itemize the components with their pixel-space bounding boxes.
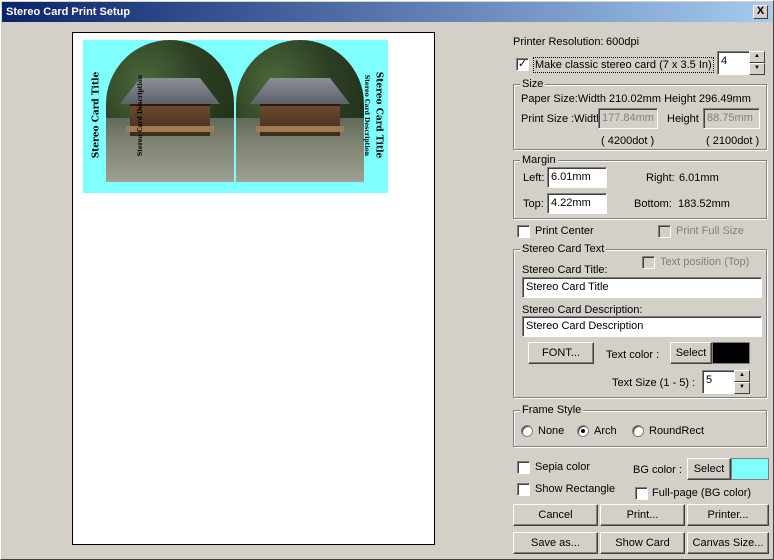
right-stereo-image [236, 40, 364, 182]
save-as-button[interactable]: Save as... [513, 532, 598, 554]
print-size-height-label: Height [667, 113, 699, 125]
show-rectangle-checkbox[interactable] [517, 483, 530, 496]
card-description-left: Stereo Card Description [137, 74, 145, 157]
card-description-right: Stereo Card Description [363, 74, 371, 157]
classic-count-input[interactable]: 4 [717, 51, 751, 75]
frame-arch-label[interactable]: Arch [594, 424, 617, 438]
text-position-label: Text position (Top) [660, 256, 750, 268]
canvas-size-button[interactable]: Canvas Size... [687, 532, 769, 554]
print-full-size-checkbox[interactable] [658, 225, 671, 238]
text-size-spinner[interactable]: ▲ ▼ [734, 370, 750, 394]
window-title: Stereo Card Print Setup [6, 6, 131, 18]
frame-style-group-title: Frame Style [520, 404, 584, 416]
margin-top-label: Top: [523, 198, 544, 210]
frame-none-radio[interactable] [521, 425, 533, 437]
margin-left-input[interactable]: 6.01mm [547, 167, 607, 188]
width-dots-text: ( 4200dot ) [601, 135, 655, 147]
print-full-size-label: Print Full Size [676, 225, 744, 237]
card-description-input[interactable]: Stereo Card Description [522, 316, 762, 337]
text-color-label: Text color : [606, 349, 660, 361]
margin-group-title: Margin [520, 154, 558, 166]
printer-resolution-label: Printer Resolution: [513, 36, 604, 48]
text-position-checkbox[interactable] [642, 256, 655, 269]
print-center-checkbox[interactable] [517, 225, 530, 238]
frame-none-label[interactable]: None [538, 424, 564, 438]
card-title-label: Stereo Card Title: [522, 264, 608, 276]
full-page-bg-checkbox[interactable] [635, 487, 648, 500]
height-dots-text: ( 2100dot ) [706, 135, 760, 147]
margin-bottom-value: 183.52mm [678, 198, 730, 210]
text-color-swatch [712, 342, 750, 364]
card-title-right: Stereo Card Title [373, 71, 384, 159]
print-button[interactable]: Print... [600, 504, 685, 526]
text-size-input[interactable]: 5 [702, 370, 738, 394]
margin-right-value: 6.01mm [679, 172, 719, 184]
margin-top-input[interactable]: 4.22mm [547, 193, 607, 214]
print-size-width-label: Print Size :Width [521, 113, 603, 125]
dialog-window: Stereo Card Print Setup X Stereo Card Ti… [0, 0, 774, 560]
printer-button[interactable]: Printer... [687, 504, 769, 526]
size-group-title: Size [520, 78, 546, 90]
card-description-label: Stereo Card Description: [522, 304, 643, 316]
margin-left-label: Left: [523, 172, 545, 184]
stereo-card-preview: Stereo Card Title Stereo Card Descriptio… [83, 40, 388, 193]
show-card-button[interactable]: Show Card [600, 532, 685, 554]
font-button[interactable]: FONT... [528, 342, 594, 364]
show-rectangle-label[interactable]: Show Rectangle [535, 482, 615, 496]
full-page-bg-label[interactable]: Full-page (BG color) [652, 486, 751, 500]
text-size-label: Text Size (1 - 5) : [612, 377, 696, 389]
classic-card-label[interactable]: Make classic stereo card (7 x 3.5 In) [533, 57, 714, 73]
bg-color-label: BG color : [633, 464, 682, 476]
bg-color-swatch [731, 458, 769, 480]
card-title-left: Stereo Card Title [91, 71, 102, 159]
frame-roundrect-radio[interactable] [632, 425, 644, 437]
left-stereo-image [106, 40, 234, 182]
cancel-button[interactable]: Cancel [513, 504, 598, 526]
close-icon[interactable]: X [753, 5, 768, 19]
printer-resolution-value: 600dpi [606, 36, 640, 48]
margin-bottom-label: Bottom: [634, 198, 672, 210]
bg-color-select-button[interactable]: Select [687, 458, 731, 480]
stereo-card-text-group-title: Stereo Card Text [520, 243, 607, 255]
card-title-input[interactable]: Stereo Card Title [522, 277, 762, 298]
classic-card-checkbox[interactable]: ✓ [516, 58, 529, 71]
sepia-label[interactable]: Sepia color [535, 460, 590, 474]
sepia-checkbox[interactable] [517, 461, 530, 474]
frame-arch-radio[interactable] [577, 425, 589, 437]
title-bar[interactable]: Stereo Card Print Setup X [2, 2, 772, 22]
classic-count-spinner[interactable]: ▲ ▼ [749, 51, 765, 75]
print-width-input[interactable]: 177.84mm [598, 108, 658, 129]
paper-size-text: Paper Size:Width 210.02mm Height 296.49m… [521, 93, 751, 105]
print-center-label[interactable]: Print Center [535, 224, 594, 238]
text-color-select-button[interactable]: Select [670, 342, 712, 364]
frame-roundrect-label[interactable]: RoundRect [649, 424, 704, 438]
margin-right-label: Right: [646, 172, 675, 184]
print-height-input[interactable]: 88.75mm [703, 108, 760, 129]
